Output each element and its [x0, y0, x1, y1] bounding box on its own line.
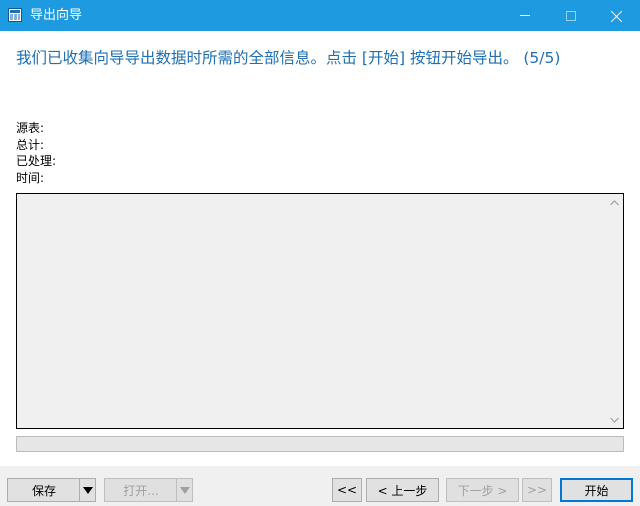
chevron-down-icon — [82, 486, 93, 494]
log-textarea[interactable] — [16, 193, 624, 429]
minimize-button[interactable] — [502, 0, 548, 31]
open-dropdown-arrow[interactable] — [176, 479, 192, 501]
total-label: 总计: — [16, 137, 45, 152]
open-button-label: 打开... — [123, 483, 159, 498]
previous-step-button[interactable]: < 上一步 — [366, 478, 439, 502]
open-split-button[interactable]: 打开... — [104, 478, 193, 502]
next-step-button[interactable]: 下一步 > — [446, 478, 519, 502]
scroll-down-icon[interactable] — [606, 411, 623, 428]
last-step-button[interactable]: >> — [522, 478, 552, 502]
button-bar: 保存 打开... << < 上一步 下一步 > >> 开始 — [0, 466, 640, 506]
window-title: 导出向导 — [30, 8, 83, 23]
maximize-button[interactable] — [548, 0, 594, 31]
log-scrollbar[interactable] — [606, 194, 623, 428]
processed-label: 已处理: — [16, 154, 57, 168]
wizard-heading: 我们已收集向导导出数据时所需的全部信息。点击 [开始] 按钮开始导出。 (5/5… — [16, 49, 561, 67]
table-grid-icon — [8, 8, 22, 22]
save-split-button[interactable]: 保存 — [7, 478, 96, 502]
export-info: 源表: 总计: 已处理: 时间: — [16, 120, 56, 186]
minimize-icon — [520, 15, 530, 16]
save-dropdown-arrow[interactable] — [79, 479, 95, 501]
scroll-up-icon[interactable] — [606, 194, 623, 211]
title-bar: 导出向导 — [0, 0, 640, 31]
close-icon — [611, 10, 623, 22]
first-step-button[interactable]: << — [332, 478, 362, 502]
start-button[interactable]: 开始 — [560, 478, 633, 502]
save-button-label: 保存 — [31, 483, 56, 498]
source-table-label: 源表: — [16, 121, 45, 135]
chevron-down-icon — [179, 486, 190, 494]
export-progress-bar — [16, 436, 624, 452]
close-button[interactable] — [594, 0, 640, 31]
time-label: 时间: — [16, 170, 45, 185]
maximize-icon — [566, 10, 576, 21]
